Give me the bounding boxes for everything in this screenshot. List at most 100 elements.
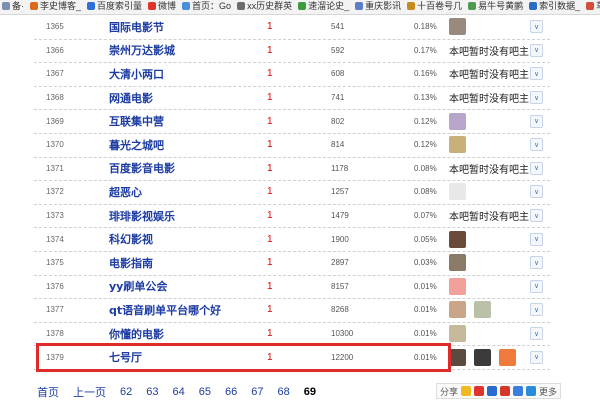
rank-cell: 1375 [46, 258, 64, 268]
kaixin-share-icon[interactable] [500, 386, 511, 396]
chevron-down-icon[interactable]: ∨ [530, 91, 543, 105]
chevron-down-icon[interactable]: ∨ [530, 67, 543, 81]
bookmark-item[interactable]: 十百卷号几 [405, 0, 466, 14]
chevron-down-icon[interactable]: ∨ [530, 20, 543, 34]
bookmark-item[interactable]: 百度索引量 [85, 0, 146, 14]
owner-avatar[interactable] [449, 230, 466, 248]
bookmark-icon [407, 2, 416, 10]
bookmark-icon [87, 2, 96, 10]
owner-cell [449, 109, 474, 133]
tieba-name-link[interactable]: 国际电影节 [109, 15, 164, 39]
chevron-down-icon[interactable]: ∨ [530, 185, 543, 199]
owner-avatar[interactable] [474, 348, 491, 366]
page-link[interactable]: 64 [173, 386, 185, 398]
bookmark-item[interactable]: 易牛号黄鹂 [466, 0, 527, 14]
tieba-name-link[interactable]: 你懂的电影 [109, 322, 164, 346]
rank-cell: 1376 [46, 281, 64, 291]
page-link[interactable]: 62 [120, 386, 132, 398]
bookmark-icon [298, 2, 307, 10]
bookmark-item[interactable]: 速溜论史_ [296, 0, 353, 14]
chevron-down-icon[interactable]: ∨ [530, 138, 543, 152]
percent-cell: 0.03% [414, 258, 437, 268]
qzone-share-icon[interactable] [461, 386, 472, 396]
owner-cell [449, 180, 474, 204]
chevron-down-icon[interactable]: ∨ [530, 43, 543, 57]
tieba-name-link[interactable]: 大清小两口 [109, 62, 164, 86]
tieba-name-link[interactable]: 暮光之城吧 [109, 133, 164, 157]
tieba-name-link[interactable]: 电影指南 [109, 251, 153, 275]
owner-avatar[interactable] [449, 348, 466, 366]
page-link[interactable]: 66 [225, 386, 237, 398]
chevron-down-icon[interactable]: ∨ [530, 327, 543, 341]
bookmark-item[interactable]: 草马搜索 [584, 0, 600, 14]
tieba-name-link[interactable]: qt语音刷单平台哪个好 [109, 298, 221, 322]
chevron-down-icon[interactable]: ∨ [530, 279, 543, 293]
table-row: 1374 科幻影视 1 1900 0.05% ∨ [34, 227, 550, 252]
chevron-down-icon[interactable]: ∨ [530, 114, 543, 128]
prev-page-link[interactable]: 上一页 [73, 384, 106, 400]
rank-cell: 1378 [46, 329, 64, 339]
percent-cell: 0.08% [414, 187, 437, 197]
owner-avatar[interactable] [499, 348, 516, 366]
tieba-name-link[interactable]: yy刷单公会 [109, 275, 167, 299]
tieba-name-link[interactable]: 互联集中营 [109, 109, 164, 133]
rank-cell: 1371 [46, 163, 64, 173]
page-link[interactable]: 63 [146, 386, 158, 398]
percent-cell: 0.01% [414, 305, 437, 315]
page-link[interactable]: 68 [278, 386, 290, 398]
owner-avatar[interactable] [449, 325, 466, 343]
page-link[interactable]: 67 [251, 386, 263, 398]
chevron-down-icon[interactable]: ∨ [530, 232, 543, 246]
tieba-name-link[interactable]: 崇州万达影城 [109, 39, 175, 63]
tieba-name-link[interactable]: 科幻影视 [109, 227, 153, 251]
owner-avatar[interactable] [449, 301, 466, 319]
tieba-name-link[interactable]: 琲琲影视娱乐 [109, 204, 175, 228]
expand-cell: ∨ [530, 157, 543, 181]
table-row: 1377 qt语音刷单平台哪个好 1 8268 0.01% ∨ [34, 298, 550, 323]
bookmark-item[interactable]: 备· [0, 0, 28, 14]
table-row: 1375 电影指南 1 2897 0.03% ∨ [34, 251, 550, 276]
owner-cell: 本吧暂时没有吧主 [449, 212, 529, 224]
owner-avatar[interactable] [474, 301, 491, 319]
tieba-share-icon[interactable] [513, 386, 524, 396]
table-row: 1368 网通电影 1 741 0.13% 本吧暂时没有吧主 ∨ [34, 86, 550, 111]
tieba-name-link[interactable]: 百度影音电影 [109, 157, 175, 181]
chevron-down-icon[interactable]: ∨ [530, 209, 543, 223]
table-row: 1366 崇州万达影城 1 592 0.17% 本吧暂时没有吧主 ∨ [34, 39, 550, 64]
chevron-down-icon[interactable]: ∨ [530, 350, 543, 364]
tieba-name-link[interactable]: 超恶心 [109, 180, 142, 204]
owner-avatar[interactable] [449, 277, 466, 295]
bookmark-item[interactable]: 重庆影讯 [353, 0, 405, 14]
current-page: 69 [303, 386, 316, 398]
owner-avatar[interactable] [449, 254, 466, 272]
flag-cell: 1 [267, 328, 273, 340]
bookmark-icon [182, 2, 191, 10]
renren-share-icon[interactable] [487, 386, 498, 396]
member-count-cell: 8157 [331, 281, 349, 291]
rank-cell: 1369 [46, 116, 64, 126]
tieba-name-link[interactable]: 网通电影 [109, 86, 153, 110]
owner-avatar[interactable] [449, 112, 466, 130]
share-more-link[interactable]: 更多 [539, 385, 557, 398]
chevron-down-icon[interactable]: ∨ [530, 303, 543, 317]
first-page-link[interactable]: 首页 [37, 384, 59, 400]
page-link[interactable]: 65 [199, 386, 211, 398]
owner-avatar[interactable] [449, 18, 466, 36]
rank-cell: 1366 [46, 45, 64, 55]
bookmark-label: 速溜论史_ [308, 1, 350, 11]
owner-avatar[interactable] [449, 136, 466, 154]
expand-cell: ∨ [530, 227, 543, 251]
bookmark-item[interactable]: 首页：Go [180, 0, 235, 14]
flag-cell: 1 [267, 210, 273, 222]
bookmark-item[interactable]: 索引数据_ [527, 0, 584, 14]
more-share-icon[interactable] [526, 386, 537, 396]
weibo-share-icon[interactable] [474, 386, 485, 396]
owner-avatar[interactable] [449, 183, 466, 201]
bookmark-item[interactable]: xx历史群英 [235, 0, 296, 14]
chevron-down-icon[interactable]: ∨ [530, 161, 543, 175]
rank-cell: 1377 [46, 305, 64, 315]
chevron-down-icon[interactable]: ∨ [530, 256, 543, 270]
bookmark-item[interactable]: 李史博客_ [28, 0, 85, 14]
bookmark-item[interactable]: 微博 [146, 0, 180, 14]
member-count-cell: 1479 [331, 211, 349, 221]
